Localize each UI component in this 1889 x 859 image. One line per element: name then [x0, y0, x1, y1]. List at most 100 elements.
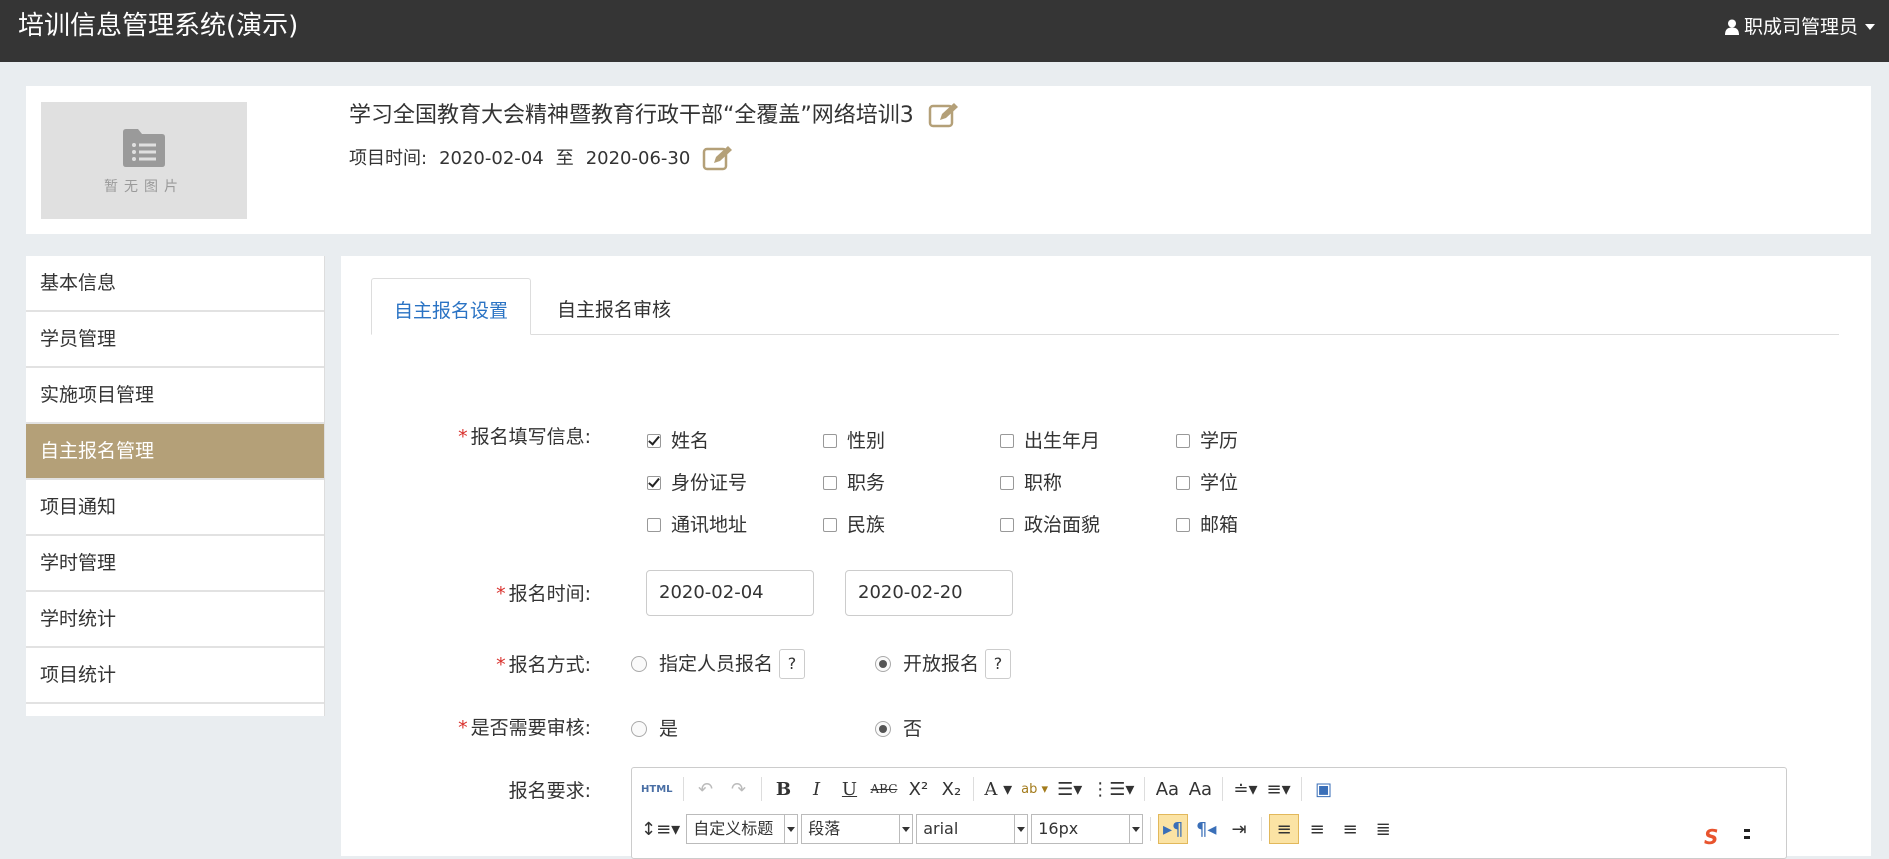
field-checkbox-education[interactable]: 学历	[1176, 428, 1238, 454]
checkbox[interactable]	[1000, 434, 1014, 448]
field-checkbox-gender[interactable]: 性别	[823, 428, 885, 454]
project-time-start: 2020-02-04	[439, 148, 544, 169]
help-button[interactable]: ?	[985, 649, 1012, 679]
checkbox[interactable]	[823, 476, 837, 490]
user-name: 职成司管理员	[1743, 16, 1858, 38]
undo-icon[interactable]: ↶	[691, 774, 721, 804]
editor-toolbar-row-2: ↕≡▾ 自定义标题 段落 arial 16px ▸¶ ¶◂ ⇥ ≡ ≡ ≡ ≣	[638, 812, 1398, 846]
review-option-yes[interactable]: 是	[631, 716, 678, 742]
underline-button[interactable]: U	[835, 774, 865, 804]
radio-button[interactable]	[631, 656, 647, 672]
edit-time-icon[interactable]	[702, 145, 734, 173]
more-icon[interactable]	[1742, 826, 1752, 846]
mode-option-open[interactable]: 开放报名?	[875, 649, 1012, 679]
align-left-icon[interactable]: ≡	[1269, 814, 1300, 844]
radio-button[interactable]	[631, 721, 647, 737]
custom-title-select[interactable]: 自定义标题	[686, 814, 799, 844]
font-size-down-icon[interactable]: Aa	[1185, 774, 1215, 804]
field-checkbox-title[interactable]: 职称	[1000, 470, 1062, 496]
field-checkbox-address[interactable]: 通讯地址	[647, 512, 747, 538]
toolbar-separator	[973, 777, 975, 801]
tab-bar: 自主报名设置 自主报名审核	[371, 278, 1839, 335]
review-option-no[interactable]: 否	[875, 716, 922, 742]
field-checkbox-political[interactable]: 政治面貌	[1000, 512, 1100, 538]
ltr-icon[interactable]: ▸¶	[1158, 814, 1189, 844]
checkbox[interactable]	[823, 518, 837, 532]
help-button[interactable]: ?	[779, 649, 806, 679]
rich-text-editor[interactable]: HTML ↶ ↷ B I U ABC X² X₂ A ▾ ab ▾ ☰▾ ⋮☰▾…	[631, 767, 1787, 859]
checkbox[interactable]	[1000, 518, 1014, 532]
paragraph-select[interactable]: 段落	[801, 814, 914, 844]
checkbox[interactable]	[1176, 434, 1190, 448]
sidebar-item-projects[interactable]: 实施项目管理	[26, 368, 324, 424]
user-menu[interactable]: 职成司管理员	[1724, 14, 1875, 40]
project-title: 学习全国教育大会精神暨教育行政干部“全覆盖”网络培训3	[349, 103, 914, 128]
row-spacing-top-icon[interactable]: ≐▾	[1230, 774, 1260, 804]
toolbar-separator	[1261, 817, 1263, 841]
font-size-select[interactable]: 16px	[1031, 814, 1144, 844]
italic-button[interactable]: I	[802, 774, 832, 804]
align-center-icon[interactable]: ≡	[1302, 814, 1332, 844]
radio-button[interactable]	[875, 721, 891, 737]
line-height-icon[interactable]: ↕≡▾	[638, 814, 683, 844]
project-time-label: 项目时间:	[349, 148, 428, 169]
align-right-icon[interactable]: ≡	[1335, 814, 1365, 844]
edit-icon[interactable]	[928, 102, 960, 130]
registration-start-date[interactable]: 2020-02-04	[646, 570, 814, 616]
checkbox[interactable]	[647, 476, 661, 490]
sidebar-item-students[interactable]: 学员管理	[26, 312, 324, 368]
checkbox[interactable]	[647, 434, 661, 448]
registration-end-date[interactable]: 2020-02-20	[845, 570, 1013, 616]
font-family-select[interactable]: arial	[916, 814, 1029, 844]
highlight-button[interactable]: ab ▾	[1018, 774, 1051, 804]
checkbox[interactable]	[823, 434, 837, 448]
registration-time-label: * 报名时间:	[496, 583, 591, 605]
field-checkbox-email[interactable]: 邮箱	[1176, 512, 1238, 538]
bold-button[interactable]: B	[769, 774, 799, 804]
subscript-icon[interactable]: X₂	[936, 774, 966, 804]
unordered-list-icon[interactable]: ⋮☰▾	[1088, 774, 1137, 804]
ordered-list-icon[interactable]: ☰▾	[1054, 774, 1085, 804]
sidebar-item-hour-stats[interactable]: 学时统计	[26, 592, 324, 648]
preview-icon[interactable]: ▣	[1309, 774, 1339, 804]
fields-label: * 报名填写信息:	[458, 426, 591, 448]
html-source-button[interactable]: HTML	[638, 774, 676, 804]
project-time-sep: 至	[555, 148, 574, 169]
field-checkbox-position[interactable]: 职务	[823, 470, 885, 496]
field-checkbox-birth[interactable]: 出生年月	[1000, 428, 1100, 454]
sidebar-item-project-stats[interactable]: 项目统计	[26, 648, 324, 704]
row-spacing-bottom-icon[interactable]: ≡▾	[1264, 774, 1294, 804]
checkbox[interactable]	[647, 518, 661, 532]
checkbox[interactable]	[1176, 476, 1190, 490]
rtl-icon[interactable]: ¶◂	[1191, 814, 1221, 844]
radio-button[interactable]	[875, 656, 891, 672]
tab-registration-review[interactable]: 自主报名审核	[535, 278, 693, 334]
font-color-button[interactable]: A ▾	[981, 774, 1015, 804]
sidebar-item-basic-info[interactable]: 基本信息	[26, 256, 324, 312]
tab-registration-settings[interactable]: 自主报名设置	[371, 278, 532, 335]
sidebar-item-hours[interactable]: 学时管理	[26, 536, 324, 592]
mode-option-assigned[interactable]: 指定人员报名?	[631, 649, 806, 679]
align-justify-icon[interactable]: ≣	[1368, 814, 1398, 844]
redo-icon[interactable]: ↷	[724, 774, 754, 804]
sogou-ime-icon[interactable]: S	[1704, 825, 1730, 849]
chevron-down-icon	[1129, 815, 1142, 843]
field-checkbox-degree[interactable]: 学位	[1176, 470, 1238, 496]
chevron-down-icon	[1014, 815, 1027, 843]
font-size-up-icon[interactable]: Aa	[1152, 774, 1182, 804]
toolbar-separator	[1144, 777, 1146, 801]
toolbar-separator	[1150, 817, 1152, 841]
sidebar-item-self-registration[interactable]: 自主报名管理	[26, 424, 324, 480]
folder-list-icon	[123, 128, 165, 167]
chevron-down-icon	[1865, 24, 1875, 30]
indent-icon[interactable]: ⇥	[1224, 814, 1254, 844]
project-header: 暂无图片 学习全国教育大会精神暨教育行政干部“全覆盖”网络培训3 项目时间: 2…	[26, 86, 1871, 234]
field-checkbox-ethnicity[interactable]: 民族	[823, 512, 885, 538]
checkbox[interactable]	[1000, 476, 1014, 490]
sidebar-item-notices[interactable]: 项目通知	[26, 480, 324, 536]
superscript-icon[interactable]: X²	[903, 774, 933, 804]
field-checkbox-id-number[interactable]: 身份证号	[647, 470, 747, 496]
strikethrough-button[interactable]: ABC	[868, 774, 901, 804]
checkbox[interactable]	[1176, 518, 1190, 532]
field-checkbox-name[interactable]: 姓名	[647, 428, 709, 454]
